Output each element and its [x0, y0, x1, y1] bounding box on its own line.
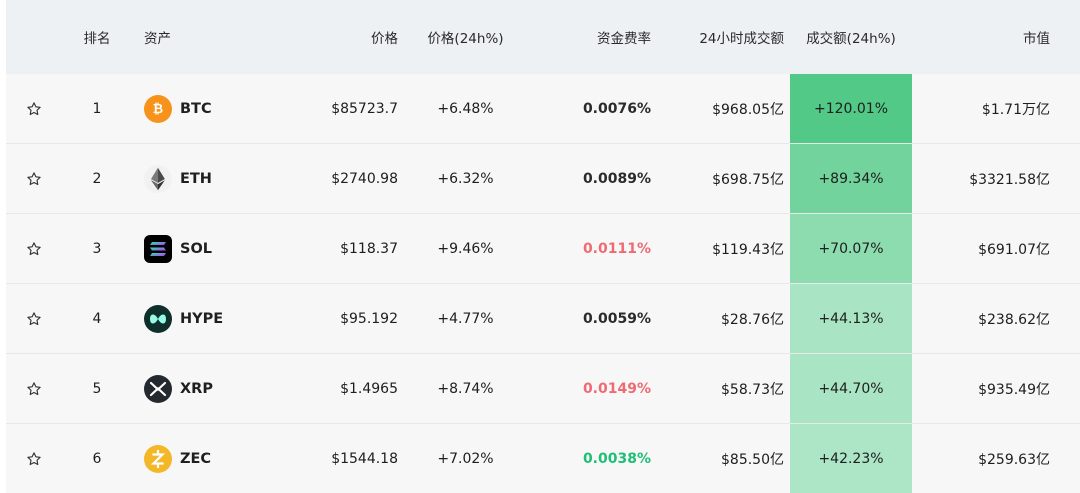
asset-symbol: HYPE [180, 310, 224, 327]
volume-change-value: +120.01% [813, 100, 889, 117]
volume-change: +44.13% [790, 284, 912, 353]
header-funding-rate[interactable]: 资金费率 [526, 0, 653, 74]
funding-rate: 0.0149% [582, 380, 651, 397]
asset[interactable]: ETH [144, 144, 304, 213]
volume: $85.50亿 [721, 451, 784, 468]
volume: $119.43亿 [712, 241, 784, 258]
star-icon[interactable] [26, 381, 42, 397]
favorite-star-button[interactable] [6, 424, 60, 493]
rank: 4 [92, 310, 102, 327]
market-table: 排名 资产 价格 价格(24h%) 资金费率 24小时成交额 成交额(24h%)… [0, 0, 1080, 493]
svg-text:₿: ₿ [153, 102, 163, 117]
zcash-icon [144, 444, 172, 473]
header-price[interactable]: 价格 [296, 0, 400, 74]
favorite-star-button[interactable] [6, 144, 60, 213]
asset-symbol: ETH [180, 170, 212, 187]
table-row[interactable]: 6 ZEC $1544.18 +7.02% 0.0038% $85.50亿 +4… [6, 424, 1080, 493]
table-row[interactable]: 1 ₿ BTC $85723.7 +6.48% 0.0076% $968.05亿… [6, 74, 1080, 144]
volume-change-value: +42.23% [818, 450, 884, 467]
market-cap: $691.07亿 [978, 241, 1050, 258]
table-header: 排名 资产 价格 价格(24h%) 资金费率 24小时成交额 成交额(24h%)… [6, 0, 1080, 75]
hyperliquid-icon [144, 304, 172, 333]
price-change: +8.74% [437, 380, 494, 397]
table-row[interactable]: 5 XRP $1.4965 +8.74% 0.0149% $58.73亿 +44… [6, 354, 1080, 424]
star-icon[interactable] [26, 451, 42, 467]
volume-change-value: +44.13% [818, 310, 884, 327]
asset-symbol: ZEC [180, 450, 212, 467]
header-rank[interactable]: 排名 [60, 0, 134, 74]
rank: 5 [92, 380, 102, 397]
volume: $698.75亿 [712, 171, 784, 188]
price-change: +6.32% [437, 170, 494, 187]
volume-change: +89.34% [790, 144, 912, 213]
asset[interactable]: SOL [144, 214, 304, 283]
price-change: +9.46% [437, 240, 494, 257]
asset-symbol: BTC [180, 100, 212, 117]
favorite-star-button[interactable] [6, 284, 60, 353]
price-change: +7.02% [437, 450, 494, 467]
rank: 2 [92, 170, 102, 187]
star-icon[interactable] [26, 101, 42, 117]
header-asset[interactable]: 资产 [144, 0, 304, 74]
price: $1544.18 [331, 450, 398, 467]
asset-symbol: SOL [180, 240, 213, 257]
volume-change: +120.01% [790, 74, 912, 143]
asset[interactable]: ₿ BTC [144, 74, 304, 143]
price-change: +4.77% [437, 310, 494, 327]
volume-change: +44.70% [790, 354, 912, 423]
volume-change-value: +89.34% [818, 170, 884, 187]
price: $95.192 [340, 310, 398, 327]
table-row[interactable]: 3 SOL $118.37 +9.46% 0.0111% $119.43亿 +7… [6, 214, 1080, 284]
funding-rate: 0.0038% [582, 450, 651, 467]
star-icon[interactable] [26, 241, 42, 257]
table-row[interactable]: 4 HYPE $95.192 +4.77% 0.0059% $28.76亿 +4… [6, 284, 1080, 354]
funding-rate: 0.0089% [582, 170, 651, 187]
xrp-icon [144, 374, 172, 403]
favorite-star-button[interactable] [6, 354, 60, 423]
header-volume[interactable]: 24小时成交额 [656, 0, 786, 74]
rank: 1 [92, 100, 102, 117]
funding-rate: 0.0076% [582, 100, 651, 117]
solana-icon [144, 234, 172, 263]
header-price-change[interactable]: 价格(24h%) [405, 0, 526, 74]
volume-change-value: +70.07% [818, 240, 884, 257]
asset-symbol: XRP [180, 380, 213, 397]
market-cap: $3321.58亿 [969, 171, 1050, 188]
rank: 6 [92, 450, 102, 467]
bitcoin-icon: ₿ [144, 94, 172, 123]
price-change: +6.48% [437, 100, 494, 117]
star-icon[interactable] [26, 311, 42, 327]
asset[interactable]: XRP [144, 354, 304, 423]
market-cap: $1.71万亿 [981, 101, 1050, 118]
volume-change: +70.07% [790, 214, 912, 283]
volume: $58.73亿 [721, 381, 784, 398]
favorite-star-button[interactable] [6, 74, 60, 143]
ethereum-icon [144, 164, 172, 193]
asset[interactable]: HYPE [144, 284, 304, 353]
rank: 3 [92, 240, 102, 257]
market-cap: $935.49亿 [978, 381, 1050, 398]
header-market-cap[interactable]: 市值 [912, 0, 1052, 74]
volume-change: +42.23% [790, 424, 912, 493]
price: $1.4965 [340, 380, 398, 397]
funding-rate: 0.0111% [582, 240, 651, 257]
price: $118.37 [340, 240, 398, 257]
market-cap: $238.62亿 [978, 311, 1050, 328]
funding-rate: 0.0059% [582, 310, 651, 327]
price: $2740.98 [331, 170, 398, 187]
star-icon[interactable] [26, 171, 42, 187]
volume-change-value: +44.70% [818, 380, 884, 397]
header-volume-change[interactable]: 成交额(24h%) [790, 0, 912, 74]
price: $85723.7 [331, 100, 398, 117]
asset[interactable]: ZEC [144, 424, 304, 493]
favorite-star-button[interactable] [6, 214, 60, 283]
volume: $968.05亿 [712, 101, 784, 118]
volume: $28.76亿 [721, 311, 784, 328]
table-row[interactable]: 2 ETH $2740.98 +6.32% 0.0089% $698.75亿 +… [6, 144, 1080, 214]
market-cap: $259.63亿 [978, 451, 1050, 468]
